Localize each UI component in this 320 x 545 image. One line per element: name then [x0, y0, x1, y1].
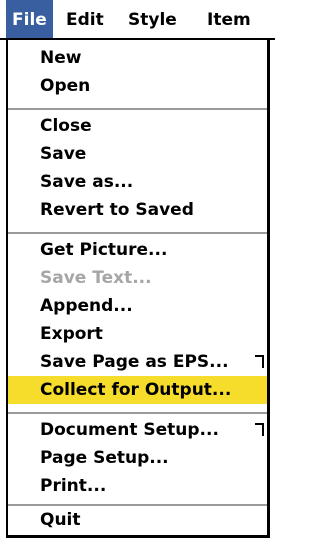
menubar-file[interactable]: File [6, 0, 53, 38]
submenu-hook-icon [253, 416, 265, 444]
menu-item-document-setup[interactable]: Document Setup... [8, 416, 267, 444]
menubar-edit[interactable]: Edit [66, 0, 104, 38]
menu-item-collect-for-output[interactable]: Collect for Output... [8, 376, 267, 404]
menu-item-export[interactable]: Export [8, 320, 267, 348]
menu-bar: File Edit Style Item [0, 0, 275, 40]
submenu-hook-icon [253, 348, 265, 376]
menu-separator [8, 108, 267, 110]
menu-item-export-label: Export [40, 324, 103, 344]
menu-item-get-picture[interactable]: Get Picture... [8, 236, 267, 264]
menubar-item[interactable]: Item [207, 0, 251, 38]
menu-item-new[interactable]: New [8, 44, 267, 72]
menu-item-append[interactable]: Append... [8, 292, 267, 320]
menu-item-close[interactable]: Close [8, 112, 267, 140]
menu-item-page-setup[interactable]: Page Setup... [8, 444, 267, 472]
menu-item-open[interactable]: Open [8, 72, 267, 100]
menu-item-quit[interactable]: Quit [8, 506, 267, 534]
menu-item-save[interactable]: Save [8, 140, 267, 168]
menu-item-document-setup-label: Document Setup... [40, 420, 219, 440]
menubar-style[interactable]: Style [128, 0, 177, 38]
file-menu-dropdown: New Open Close Save Save as... Revert to… [6, 40, 270, 538]
menu-item-print[interactable]: Print... [8, 472, 267, 500]
menu-separator [8, 232, 267, 234]
menu-item-save-page-as-eps[interactable]: Save Page as EPS... [8, 348, 267, 376]
menu-separator [8, 412, 267, 414]
menu-item-save-text: Save Text... [40, 268, 152, 288]
menu-item-save-as[interactable]: Save as... [8, 168, 267, 196]
menu-item-revert-to-saved[interactable]: Revert to Saved [8, 196, 267, 224]
menu-item-save-page-as-eps-label: Save Page as EPS... [40, 352, 229, 372]
